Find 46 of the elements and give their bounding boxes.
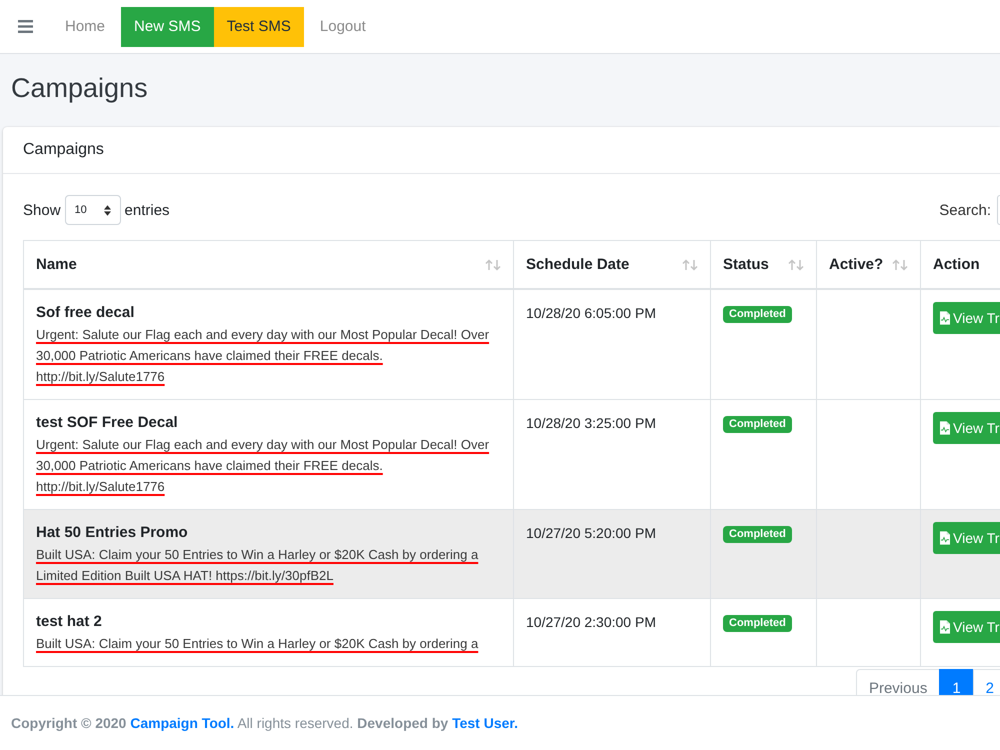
search-label: Search: xyxy=(939,202,991,218)
status-badge: Completed xyxy=(723,306,792,323)
document-icon xyxy=(940,311,950,325)
page-title: Campaigns xyxy=(11,72,148,105)
document-icon xyxy=(940,421,950,435)
message-text: Urgent: Salute our Flag each and every day with our Most Popular Decal! Over 30,000 Patriotic Americans have claimed their FREE decals. http://bit.ly/Salute1776 xyxy=(36,326,490,386)
document-icon xyxy=(940,620,950,634)
document-icon xyxy=(940,531,950,545)
table-cell: 10/27/20 2:30:00 PM xyxy=(514,598,710,666)
message-text: Built USA: Claim your 50 Entries to Win a Harley or $20K Cash by ordering a Limited Edition Built USA HAT! https://bit.ly/30pfB2L xyxy=(36,546,480,585)
menu-icon[interactable] xyxy=(18,20,33,33)
entries-select[interactable]: 10 xyxy=(64,195,121,225)
entries-label: entries xyxy=(124,202,170,218)
view-button[interactable]: View Tr xyxy=(933,522,1000,554)
footer-link[interactable]: Campaign Tool. xyxy=(130,715,234,731)
campaign-name: test SOF Free Decal xyxy=(36,413,179,433)
table-cell: 10/28/20 6:05:00 PM xyxy=(514,289,710,400)
column-header[interactable]: Name xyxy=(24,240,514,289)
column-header[interactable]: Schedule Date xyxy=(514,240,710,289)
campaign-name: Hat 50 Entries Promo xyxy=(36,523,189,543)
campaign-name: test hat 2 xyxy=(36,612,103,632)
nav-button[interactable]: New SMS xyxy=(121,6,214,46)
page-button[interactable]: 2 xyxy=(972,669,1000,695)
footer-link[interactable]: Test User. xyxy=(452,715,518,731)
footer-text: Copyright © 2020 Campaign Tool. All rights reserved. Developed by Test User. xyxy=(11,715,518,731)
nav-link[interactable]: Logout xyxy=(304,6,382,46)
view-button[interactable]: View Tr xyxy=(933,302,1000,334)
status-badge: Completed xyxy=(723,416,792,433)
table-cell: 10/27/20 5:20:00 PM xyxy=(514,510,710,598)
message-text: Built USA: Claim your 50 Entries to Win a Harley or $20K Cash by ordering a xyxy=(36,635,480,653)
campaign-name: Sof free decal xyxy=(36,303,136,323)
card-title: Campaigns xyxy=(23,140,104,160)
column-header[interactable]: Active? xyxy=(816,240,920,289)
message-text: Urgent: Salute our Flag each and every day with our Most Popular Decal! Over 30,000 Patriotic Americans have claimed their FREE decals. http://bit.ly/Salute1776 xyxy=(36,436,490,496)
view-button[interactable]: View Tr xyxy=(933,611,1000,643)
status-badge: Completed xyxy=(723,615,792,632)
nav-link[interactable]: Home xyxy=(49,6,122,46)
status-badge: Completed xyxy=(723,526,792,543)
search-field[interactable] xyxy=(997,195,1000,225)
nav-button[interactable]: Test SMS xyxy=(214,6,304,46)
show-label: Show xyxy=(23,202,61,218)
updown-caret-icon xyxy=(104,204,111,216)
page-button[interactable]: 1 xyxy=(939,669,974,695)
column-header[interactable]: Status xyxy=(710,240,816,289)
view-button[interactable]: View Tr xyxy=(933,412,1000,444)
column-header: Action xyxy=(920,240,1000,289)
